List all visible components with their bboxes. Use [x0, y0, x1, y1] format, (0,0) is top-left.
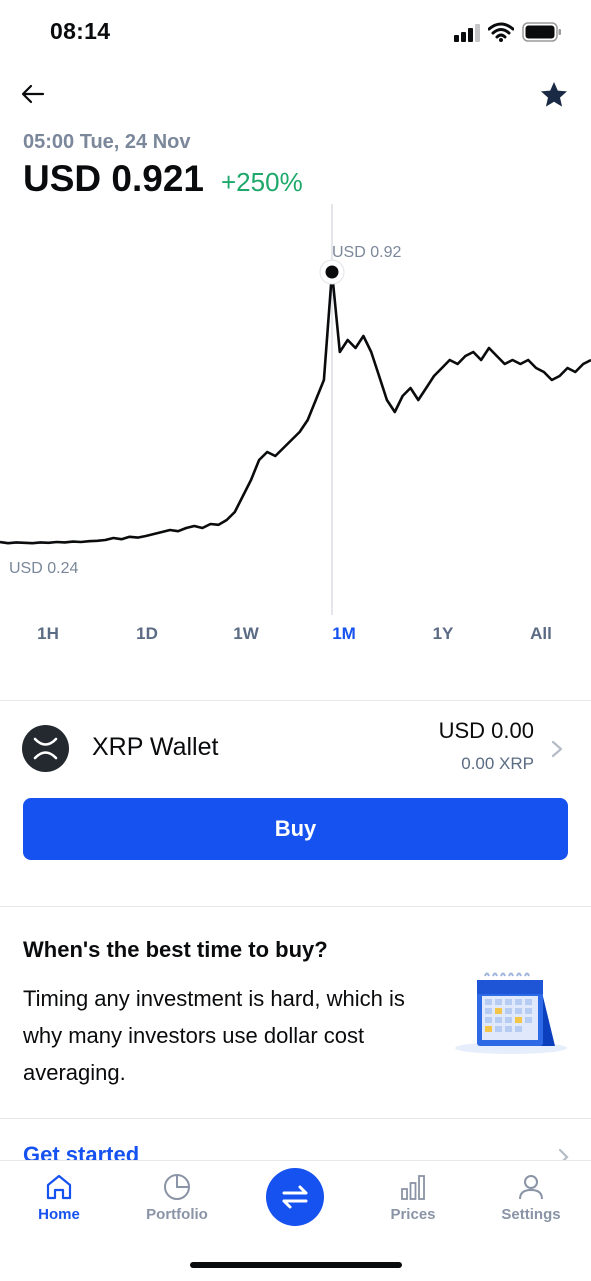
wallet-xrp-balance: 0.00 XRP — [461, 754, 534, 773]
tab-prices-label: Prices — [390, 1206, 436, 1223]
divider — [0, 1118, 591, 1119]
chart-highlight-point — [325, 265, 339, 279]
buy-button[interactable]: Buy — [23, 798, 568, 860]
price-chart[interactable]: USD 0.92 USD 0.24 — [0, 200, 591, 620]
home-indicator — [190, 1262, 402, 1268]
trade-button[interactable] — [266, 1168, 324, 1226]
favorite-button[interactable] — [538, 79, 570, 111]
range-tab-1w[interactable]: 1W — [216, 624, 276, 644]
wallet-row[interactable] — [0, 702, 591, 794]
arrow-left-icon — [21, 84, 45, 104]
tab-home[interactable]: Home — [14, 1172, 104, 1223]
cellular-signal-icon — [454, 24, 480, 42]
range-tab-1h[interactable]: 1H — [18, 624, 78, 644]
tip-body: Timing any investment is hard, which is … — [23, 986, 405, 1085]
chart-max-label: USD 0.92 — [332, 244, 401, 261]
chart-min-label: USD 0.24 — [9, 560, 78, 577]
divider — [0, 700, 591, 701]
calendar-icon — [455, 972, 567, 1054]
bar-chart-icon — [401, 1175, 425, 1200]
home-icon — [46, 1174, 72, 1200]
tip-title: When's the best time to buy? — [23, 937, 328, 962]
price-timestamp: 05:00 Tue, 24 Nov — [23, 131, 191, 153]
price-line — [0, 270, 591, 545]
range-tab-1m[interactable]: 1M — [314, 624, 374, 644]
divider — [0, 906, 591, 907]
tab-settings-label: Settings — [501, 1206, 561, 1223]
user-icon — [519, 1175, 543, 1200]
tab-settings[interactable]: Settings — [486, 1172, 576, 1223]
get-started-link[interactable]: Get started — [23, 1142, 139, 1160]
status-time: 08:14 — [50, 18, 111, 44]
tab-portfolio[interactable]: Portfolio — [132, 1172, 222, 1223]
pie-chart-icon — [164, 1174, 190, 1200]
price-value: USD 0.921 — [23, 158, 204, 199]
swap-arrows-icon — [282, 1185, 308, 1209]
back-button[interactable] — [18, 78, 50, 110]
star-icon — [541, 82, 567, 107]
wallet-usd-balance: USD 0.00 — [438, 718, 534, 743]
range-tab-all[interactable]: All — [511, 624, 571, 644]
chevron-right-icon — [551, 740, 563, 758]
wifi-icon — [488, 22, 514, 42]
range-tab-1y[interactable]: 1Y — [413, 624, 473, 644]
tab-home-label: Home — [38, 1206, 80, 1223]
xrp-logo-icon — [22, 725, 69, 772]
wallet-name: XRP Wallet — [92, 733, 219, 761]
tab-portfolio-label: Portfolio — [146, 1206, 208, 1223]
tab-prices[interactable]: Prices — [368, 1172, 458, 1223]
battery-icon — [522, 22, 561, 42]
range-tab-1d[interactable]: 1D — [117, 624, 177, 644]
price-change: +250% — [221, 167, 303, 197]
